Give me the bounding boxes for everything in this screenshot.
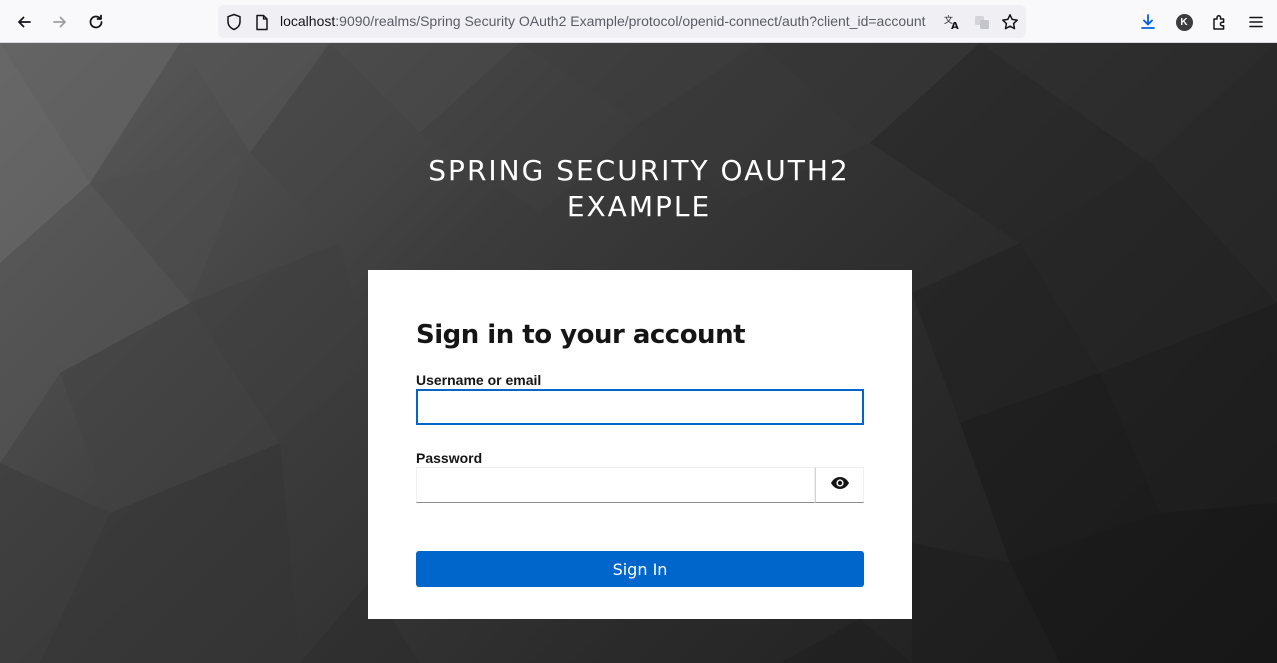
- login-heading: Sign in to your account: [416, 320, 746, 350]
- extensions-button[interactable]: [1205, 7, 1235, 37]
- reload-icon: [87, 13, 105, 31]
- translate-icon[interactable]: 文A: [942, 12, 962, 32]
- eye-icon: [830, 476, 850, 495]
- password-label: Password: [416, 450, 483, 466]
- downloads-button[interactable]: [1133, 7, 1163, 37]
- menu-button[interactable]: [1241, 7, 1271, 37]
- url-text[interactable]: localhost:9090/realms/Spring Security OA…: [280, 5, 934, 38]
- arrow-left-icon: [15, 13, 33, 31]
- page-icon[interactable]: [252, 12, 272, 32]
- avatar: K: [1175, 13, 1193, 31]
- account-button[interactable]: K: [1169, 7, 1199, 37]
- arrow-right-icon: [51, 13, 69, 31]
- url-path: :9090/realms/Spring Security OAuth2 Exam…: [335, 13, 926, 29]
- realm-title: SPRING SECURITY OAUTH2 EXAMPLE: [330, 153, 948, 225]
- login-card: Sign in to your account Username or emai…: [368, 270, 912, 619]
- reader-view-icon[interactable]: [972, 12, 992, 32]
- password-group: [416, 467, 864, 503]
- address-bar[interactable]: localhost:9090/realms/Spring Security OA…: [218, 5, 1026, 38]
- shield-icon[interactable]: [224, 12, 244, 32]
- username-input[interactable]: [416, 389, 864, 425]
- browser-toolbar: localhost:9090/realms/Spring Security OA…: [0, 0, 1277, 43]
- reload-button[interactable]: [81, 7, 111, 37]
- url-host: localhost: [280, 13, 336, 29]
- realm-title-line-1: SPRING SECURITY OAUTH2: [428, 154, 850, 187]
- hamburger-menu-icon: [1248, 14, 1264, 30]
- svg-text:A: A: [951, 21, 959, 31]
- download-icon: [1139, 13, 1157, 31]
- star-icon[interactable]: [1000, 12, 1020, 32]
- realm-title-line-2: EXAMPLE: [566, 190, 712, 223]
- show-password-button[interactable]: [815, 467, 864, 503]
- puzzle-icon: [1211, 13, 1229, 31]
- back-button[interactable]: [9, 7, 39, 37]
- forward-button[interactable]: [45, 7, 75, 37]
- login-page-background: SPRING SECURITY OAUTH2 EXAMPLE Sign in t…: [0, 43, 1277, 663]
- password-input[interactable]: [416, 467, 815, 503]
- username-label: Username or email: [416, 372, 542, 388]
- sign-in-button[interactable]: Sign In: [416, 551, 864, 587]
